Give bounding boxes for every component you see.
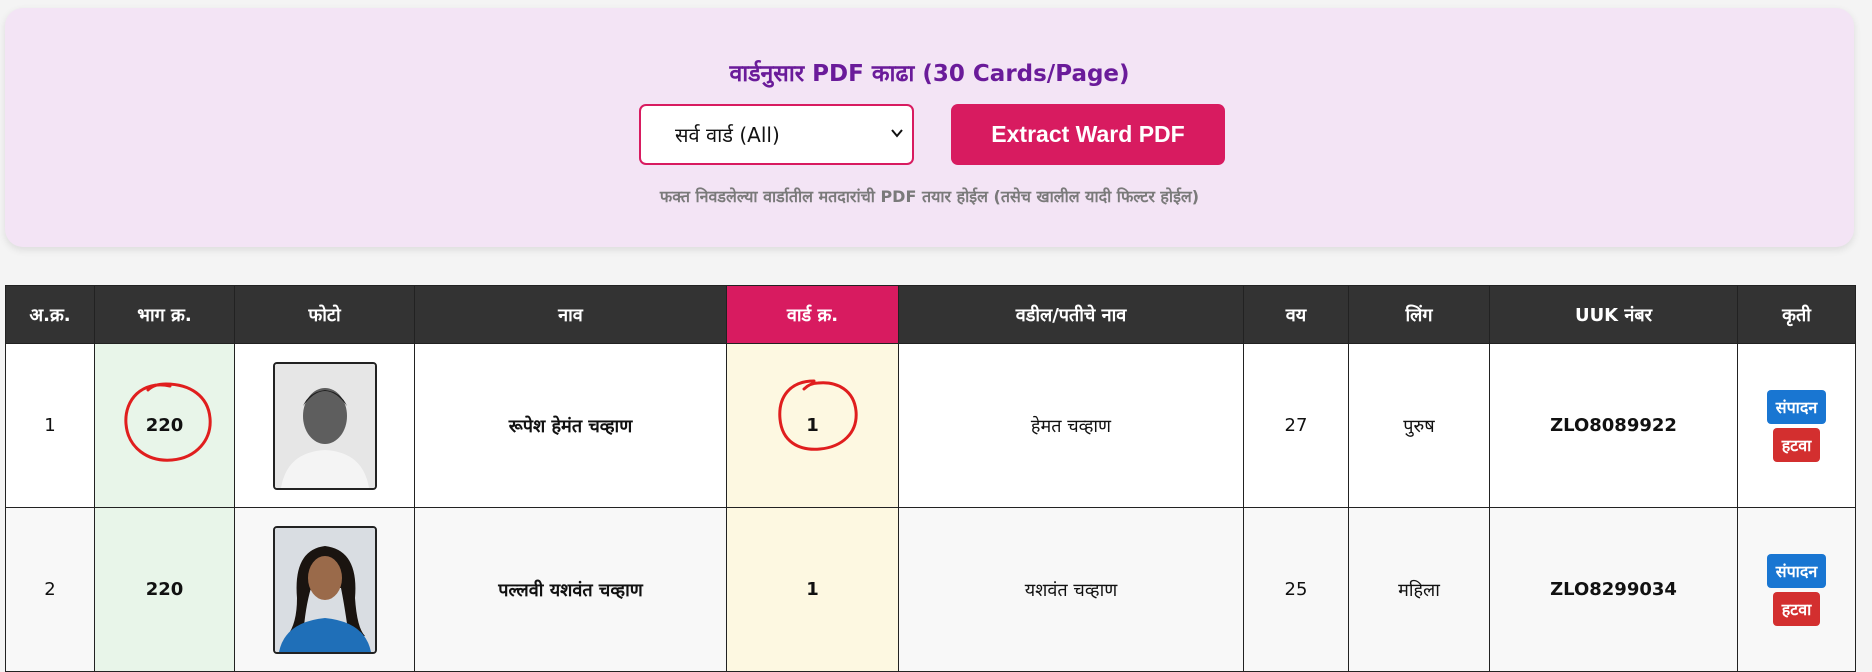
chevron-down-icon	[891, 129, 903, 138]
header-age: वय	[1243, 285, 1349, 344]
header-ward: वार्ड क्र.	[726, 285, 899, 344]
cell-age: 25	[1243, 507, 1349, 672]
panel-title: वार्डनुसार PDF काढा (30 Cards/Page)	[729, 61, 1130, 87]
header-father-name: वडील/पतीचे नाव	[898, 285, 1244, 344]
header-gender: लिंग	[1348, 285, 1490, 344]
cell-actions: संपादन हटवा	[1737, 343, 1856, 508]
cell-name: रूपेश हेमंत चव्हाण	[414, 343, 727, 508]
cell-photo	[234, 507, 415, 672]
cell-serial: 1	[5, 343, 95, 508]
voter-photo	[272, 525, 377, 654]
cell-actions: संपादन हटवा	[1737, 507, 1856, 672]
cell-ward: 1	[726, 343, 899, 508]
cell-ward: 1	[726, 507, 899, 672]
edit-button[interactable]: संपादन	[1766, 389, 1827, 424]
extract-ward-pdf-button[interactable]: Extract Ward PDF	[951, 104, 1225, 165]
header-name: नाव	[414, 285, 727, 344]
panel-note: फक्त निवडलेल्या वार्डातील मतदारांची PDF …	[659, 187, 1200, 206]
delete-button[interactable]: हटवा	[1772, 591, 1821, 626]
header-serial: अ.क्र.	[5, 285, 95, 344]
cell-father-name: यशवंत चव्हाण	[898, 507, 1244, 672]
voter-table: अ.क्र. भाग क्र. फोटो नाव वार्ड क्र. वडील…	[5, 285, 1856, 672]
cell-gender: महिला	[1348, 507, 1490, 672]
cell-uuk: ZLO8089922	[1489, 343, 1738, 508]
delete-button[interactable]: हटवा	[1772, 427, 1821, 462]
cell-serial: 2	[5, 507, 95, 672]
cell-age: 27	[1243, 343, 1349, 508]
header-photo: फोटो	[234, 285, 415, 344]
cell-name: पल्लवी यशवंत चव्हाण	[414, 507, 727, 672]
voter-photo	[272, 361, 377, 490]
header-bhag: भाग क्र.	[94, 285, 235, 344]
edit-button[interactable]: संपादन	[1766, 553, 1827, 588]
cell-uuk: ZLO8299034	[1489, 507, 1738, 672]
cell-gender: पुरुष	[1348, 343, 1490, 508]
ward-pdf-panel: वार्डनुसार PDF काढा (30 Cards/Page) सर्व…	[5, 8, 1854, 247]
table-row: 1 220 रूपेश हेमंत चव्हाण 1 हेमत चव्हाण 2…	[5, 343, 1856, 508]
ward-select[interactable]: सर्व वार्ड (All)	[639, 104, 914, 165]
cell-father-name: हेमत चव्हाण	[898, 343, 1244, 508]
table-row: 2 220 पल्लवी यशवंत चव्हाण 1 यशवंत चव्हाण…	[5, 507, 1856, 672]
header-uuk: UUK नंबर	[1489, 285, 1738, 344]
cell-bhag: 220	[94, 507, 235, 672]
header-actions: कृती	[1737, 285, 1856, 344]
cell-photo	[234, 343, 415, 508]
cell-bhag: 220	[94, 343, 235, 508]
ward-select-value: सर्व वार्ड (All)	[675, 123, 780, 147]
table-header-row: अ.क्र. भाग क्र. फोटो नाव वार्ड क्र. वडील…	[5, 285, 1856, 344]
